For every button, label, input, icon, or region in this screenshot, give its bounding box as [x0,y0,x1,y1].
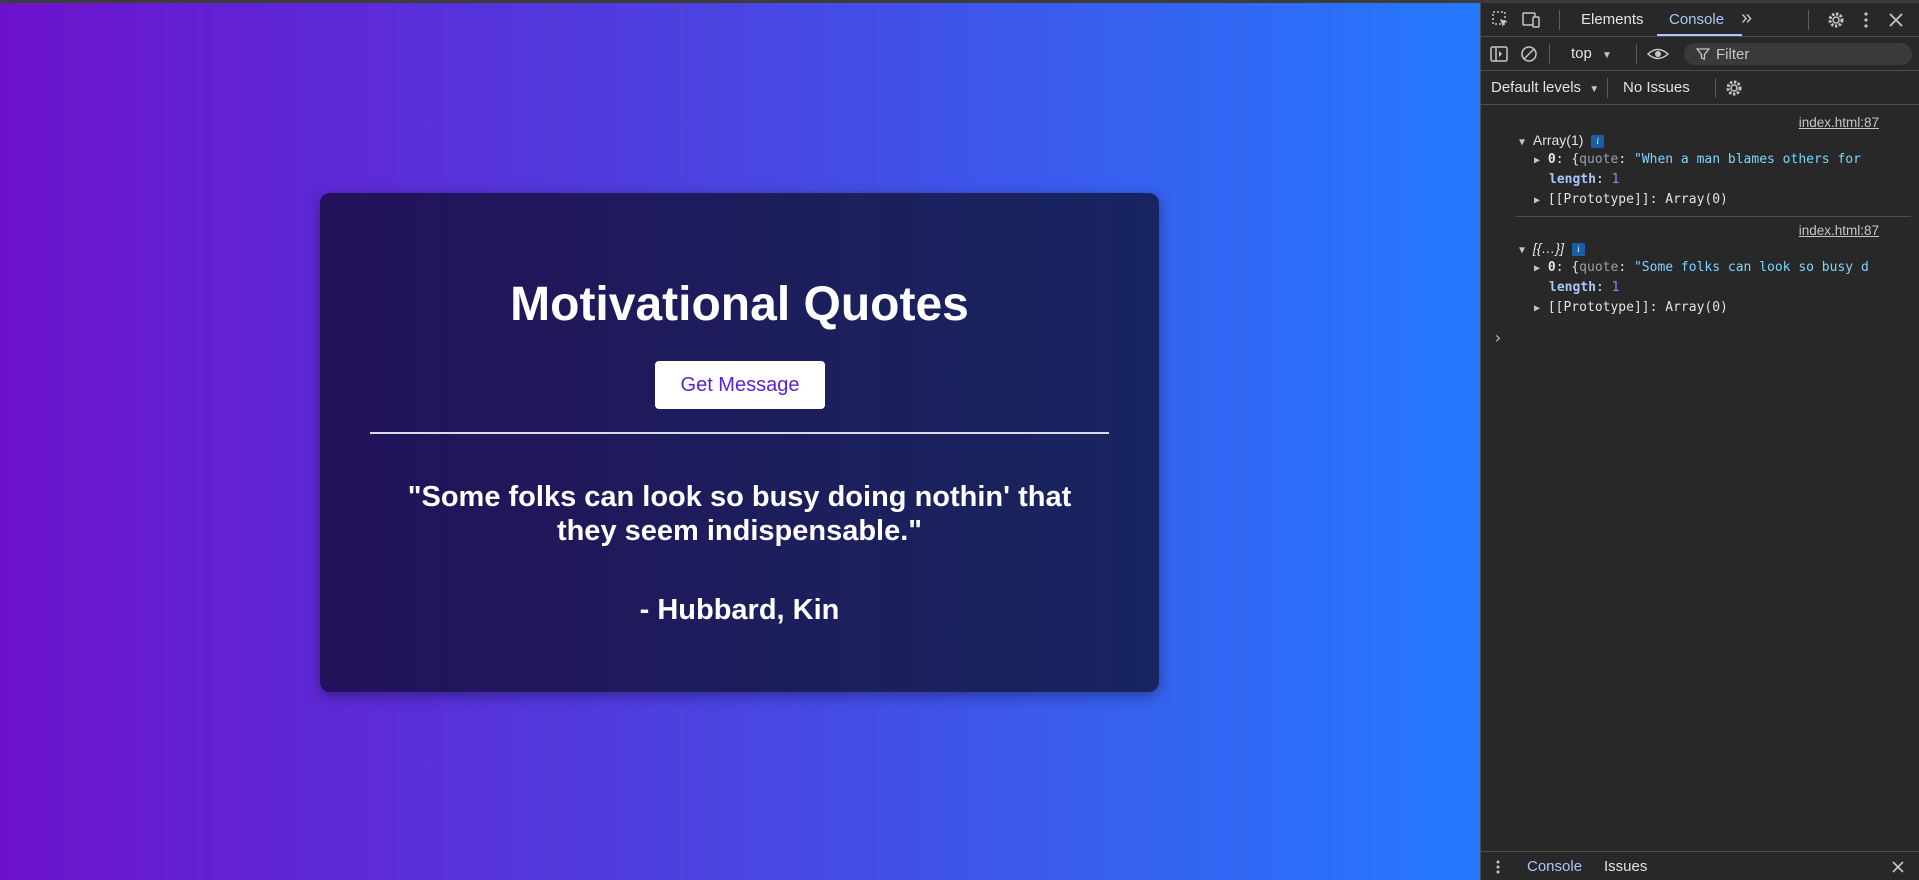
get-message-button[interactable]: Get Message [655,361,825,409]
drawer-tab-console[interactable]: Console [1527,858,1582,875]
filter-icon [1696,48,1710,60]
close-devtools-icon[interactable] [1886,10,1906,30]
tab-console[interactable]: Console [1669,11,1724,28]
item-index: 0 [1547,260,1556,275]
drawer-menu-icon[interactable] [1491,859,1505,875]
more-tabs-icon[interactable]: » [1741,7,1752,30]
entry-summary-text: [{…}] [1532,240,1564,256]
toolbar-separator [1808,10,1809,30]
item-index: 0 [1547,152,1556,167]
sidebar-toggle-icon[interactable] [1489,44,1509,64]
chevron-down-icon: ▼ [1589,84,1600,95]
item-string-value: "Some folks can look so busy d [1633,260,1869,275]
divider [370,432,1109,434]
quote-text: "Some folks can look so busy doing nothi… [407,481,1072,547]
length-value: 1 [1611,280,1620,295]
filter-input[interactable]: Filter [1684,43,1912,65]
toolbar-separator [1549,44,1550,64]
length-key: length [1549,280,1596,295]
toolbar-separator [1715,78,1716,98]
close-drawer-icon[interactable] [1891,860,1905,874]
entry-summary-text: Array(1) [1532,132,1584,148]
console-entry-summary[interactable]: ▼ Array(1) i [1519,132,1605,149]
devtools-drawer: Console Issues [1481,851,1919,880]
toolbar-separator [1636,44,1637,64]
collapsed-triangle-icon: ▶ [1534,303,1541,314]
length-key: length [1549,172,1596,187]
console-array-item[interactable]: ▶ 0: {quote: "When a man blames others f… [1534,152,1861,167]
console-levels-bar: Default levels ▼ No Issues [1481,71,1919,105]
console-length-row: length: 1 [1549,172,1620,187]
source-link[interactable]: index.html:87 [1799,223,1879,238]
console-toolbar: top ▼ Filter [1481,37,1919,71]
source-link[interactable]: index.html:87 [1799,115,1879,130]
console-prompt-icon[interactable]: › [1493,328,1503,347]
more-options-icon[interactable] [1856,10,1876,30]
clear-console-icon[interactable] [1519,44,1539,64]
context-label: top [1571,45,1592,62]
console-array-item[interactable]: ▶ 0: {quote: "Some folks can look so bus… [1534,260,1869,275]
settings-gear-icon[interactable] [1826,10,1846,30]
info-icon: i [1591,135,1605,148]
live-expression-eye-icon[interactable] [1646,44,1670,64]
collapsed-triangle-icon: ▶ [1534,195,1541,206]
devtools-tabbar: Elements Console » [1481,3,1919,37]
console-prototype-row[interactable]: ▶ [[Prototype]]: Array(0) [1534,192,1728,207]
active-tab-indicator [1657,34,1742,36]
expand-triangle-icon: ▼ [1519,245,1526,256]
quote-card: Motivational Quotes Get Message "Some fo… [320,193,1159,692]
devtools-panel: Elements Console » top ▼ Filter Default … [1480,3,1919,880]
log-levels-label: Default levels [1491,79,1582,96]
filter-placeholder: Filter [1716,46,1750,63]
info-icon: i [1571,243,1585,256]
inspect-element-icon[interactable] [1491,10,1511,30]
console-prototype-row[interactable]: ▶ [[Prototype]]: Array(0) [1534,300,1728,315]
issues-count[interactable]: No Issues [1623,79,1690,96]
entry-separator [1515,216,1911,217]
log-levels-dropdown[interactable]: Default levels ▼ [1491,79,1599,96]
drawer-tab-issues[interactable]: Issues [1604,858,1647,875]
prototype-text: [[Prototype]]: Array(0) [1547,192,1728,207]
page-viewport: Motivational Quotes Get Message "Some fo… [0,3,1480,880]
toolbar-separator [1607,78,1608,98]
expand-triangle-icon: ▼ [1519,137,1526,148]
item-string-value: "When a man blames others for [1633,152,1861,167]
prototype-text: [[Prototype]]: Array(0) [1547,300,1728,315]
console-length-row: length: 1 [1549,280,1620,295]
context-selector[interactable]: top ▼ [1571,45,1612,62]
quote-author: - Hubbard, Kin [639,594,840,626]
collapsed-triangle-icon: ▶ [1534,263,1541,274]
tab-elements[interactable]: Elements [1581,11,1644,28]
toolbar-separator [1559,10,1560,30]
page-title: Motivational Quotes [510,278,969,331]
console-settings-gear-icon[interactable] [1724,78,1744,98]
device-toolbar-icon[interactable] [1521,10,1541,30]
console-entry-summary[interactable]: ▼ [{…}] i [1519,240,1585,257]
length-value: 1 [1611,172,1620,187]
chevron-down-icon: ▼ [1602,50,1612,61]
collapsed-triangle-icon: ▶ [1534,155,1541,166]
